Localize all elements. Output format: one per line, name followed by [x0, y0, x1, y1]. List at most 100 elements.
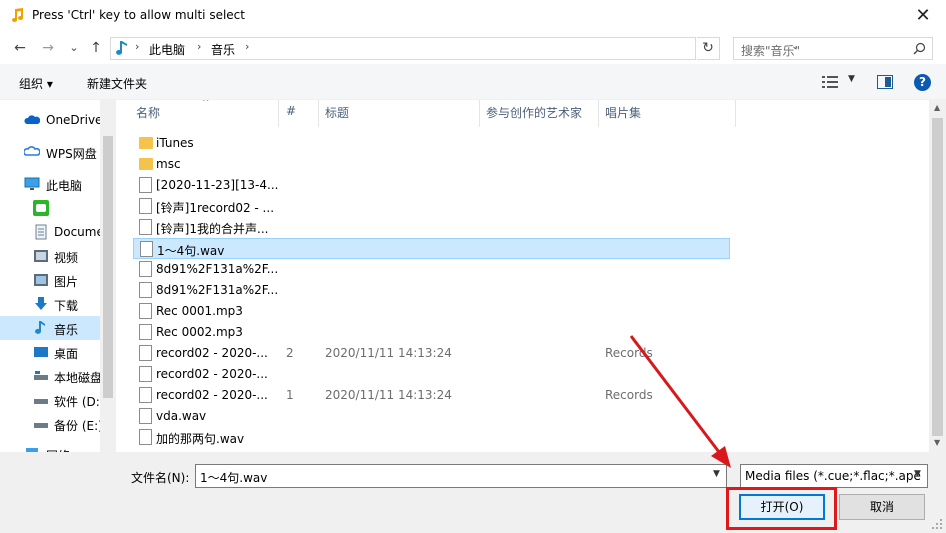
crumb-separator: › [197, 40, 202, 53]
sidebar-item-drive-d[interactable]: 软件 (D:) [0, 388, 100, 412]
column-header-title[interactable]: 标题 [325, 104, 349, 121]
crumb-music[interactable]: 音乐 [211, 41, 235, 58]
close-button[interactable]: ✕ [900, 0, 946, 32]
file-type-select[interactable]: Media files (*.cue;*.flac;*.ape [740, 464, 928, 488]
cancel-button[interactable]: 取消 [839, 494, 925, 520]
cloud-icon [24, 115, 40, 124]
file-row[interactable]: msc [133, 154, 730, 175]
sidebar-item-wechat[interactable] [0, 196, 100, 220]
file-icon [139, 303, 152, 319]
sidebar-item-network[interactable]: 网络 [0, 442, 100, 452]
file-icon [139, 324, 152, 340]
sidebar-item-downloads[interactable]: 下载 [0, 292, 100, 316]
file-icon [139, 219, 152, 235]
column-divider[interactable] [318, 100, 319, 127]
file-row[interactable]: iTunes [133, 133, 730, 154]
file-row[interactable]: 8d91%2F131a%2F... [133, 259, 730, 280]
file-track-number: 1 [286, 388, 294, 402]
navigation-pane: OneDrive WPS网盘 此电脑 Documents 视频 图片 下载 音乐… [0, 100, 116, 452]
back-button[interactable]: ← [10, 39, 30, 57]
organize-button[interactable]: 组织 ▾ [19, 75, 53, 92]
file-icon [139, 366, 152, 382]
crumb-separator: › [245, 40, 250, 53]
file-icon [139, 261, 152, 277]
file-icon [139, 198, 152, 214]
file-name: Rec 0001.mp3 [156, 304, 243, 318]
file-row[interactable]: [2020-11-23][13-4... [133, 175, 730, 196]
sidebar-item-videos[interactable]: 视频 [0, 244, 100, 268]
music-note-icon [12, 8, 23, 22]
sidebar-item-drive-e[interactable]: 备份 (E:) [0, 412, 100, 436]
sidebar-item-music[interactable]: 音乐 [0, 316, 100, 340]
file-icon [139, 387, 152, 403]
file-icon [139, 408, 152, 424]
scroll-up-icon[interactable]: ▲ [934, 103, 940, 112]
column-divider[interactable] [598, 100, 599, 127]
file-icon [139, 429, 152, 445]
resize-grip-icon[interactable] [930, 517, 944, 531]
open-button-highlight [726, 487, 837, 530]
sidebar-item-wps[interactable]: WPS网盘 [0, 140, 100, 164]
file-icon [139, 177, 152, 193]
column-divider[interactable] [735, 100, 736, 127]
column-header-album[interactable]: 唱片集 [605, 104, 641, 121]
file-name: msc [156, 157, 181, 171]
column-header-name[interactable]: 名称 [136, 104, 160, 121]
file-row[interactable]: [铃声]1record02 - ... [133, 196, 730, 217]
search-icon [913, 42, 926, 55]
column-header-artist[interactable]: 参与创作的艺术家 [486, 104, 582, 121]
file-row[interactable]: vda.wav [133, 406, 730, 427]
search-input[interactable]: 搜索"音乐" [733, 37, 933, 60]
forward-button[interactable]: → [38, 39, 58, 57]
file-type-dropdown-icon[interactable]: ▼ [914, 469, 921, 479]
sidebar-item-documents[interactable]: Documents [0, 220, 100, 244]
recent-locations-button[interactable]: ⌄ [64, 39, 84, 57]
file-row[interactable]: 8d91%2F131a%2F... [133, 280, 730, 301]
file-row[interactable]: 加的那两句.wav [133, 427, 730, 448]
file-row[interactable]: record02 - 2020-... 1 2020/11/11 14:13:24 R… [133, 385, 730, 406]
up-button[interactable]: ↑ [86, 39, 106, 57]
file-type-value: Media files (*.cue;*.flac;*.ape [745, 469, 921, 483]
sidebar-scroll-thumb[interactable] [103, 136, 113, 398]
view-options-icon[interactable] [822, 75, 838, 89]
column-header-number[interactable]: # [286, 104, 296, 118]
file-name: 1～4句.wav [157, 244, 225, 258]
filename-dropdown-icon[interactable]: ▼ [713, 469, 720, 479]
file-list-scroll-thumb[interactable] [932, 118, 943, 436]
sidebar-item-this-pc[interactable]: 此电脑 [0, 172, 100, 196]
file-icon [139, 282, 152, 298]
column-divider[interactable] [479, 100, 480, 127]
file-row[interactable]: Rec 0002.mp3 [133, 322, 730, 343]
filename-input[interactable]: 1～4句.wav [195, 464, 727, 488]
file-icon [140, 241, 153, 257]
sidebar-item-desktop[interactable]: 桌面 [0, 340, 100, 364]
wps-cloud-icon [24, 146, 40, 156]
file-title: 2020/11/11 14:13:24 [325, 346, 452, 360]
view-dropdown-icon[interactable]: ▼ [848, 74, 855, 84]
folder-icon [139, 158, 153, 170]
file-row[interactable]: 1～4句.wav [133, 238, 730, 259]
file-row[interactable]: record02 - 2020-... 2 2020/11/11 14:13:24 R… [133, 343, 730, 364]
crumb-this-pc[interactable]: 此电脑 [149, 41, 185, 58]
address-bar[interactable]: › 此电脑 › 音乐 › ⌄ [110, 37, 799, 60]
pictures-icon [34, 274, 48, 286]
new-folder-button[interactable]: 新建文件夹 [87, 75, 147, 92]
column-divider[interactable] [278, 100, 279, 127]
file-row[interactable]: record02 - 2020-... [133, 364, 730, 385]
refresh-button[interactable]: ↻ [697, 37, 720, 60]
file-row[interactable]: Rec 0001.mp3 [133, 301, 730, 322]
file-name: [铃声]1record02 - ... [156, 201, 275, 215]
file-album: Records [605, 388, 653, 402]
sidebar-item-drive-c[interactable]: 本地磁盘 (C:) [0, 364, 100, 388]
help-icon[interactable]: ? [914, 74, 931, 91]
scroll-down-icon[interactable]: ▼ [934, 438, 940, 447]
crumb-separator: › [135, 40, 140, 53]
preview-pane-icon[interactable] [877, 75, 893, 89]
sidebar-item-pictures[interactable]: 图片 [0, 268, 100, 292]
title-bar: Press 'Ctrl' key to allow multi select ✕ [0, 0, 946, 32]
file-row[interactable]: [铃声]1我的合并声... [133, 217, 730, 238]
wechat-icon [33, 200, 49, 216]
sidebar-item-onedrive[interactable]: OneDrive [0, 108, 100, 132]
file-name: 8d91%2F131a%2F... [156, 283, 279, 297]
music-icon [35, 321, 45, 334]
